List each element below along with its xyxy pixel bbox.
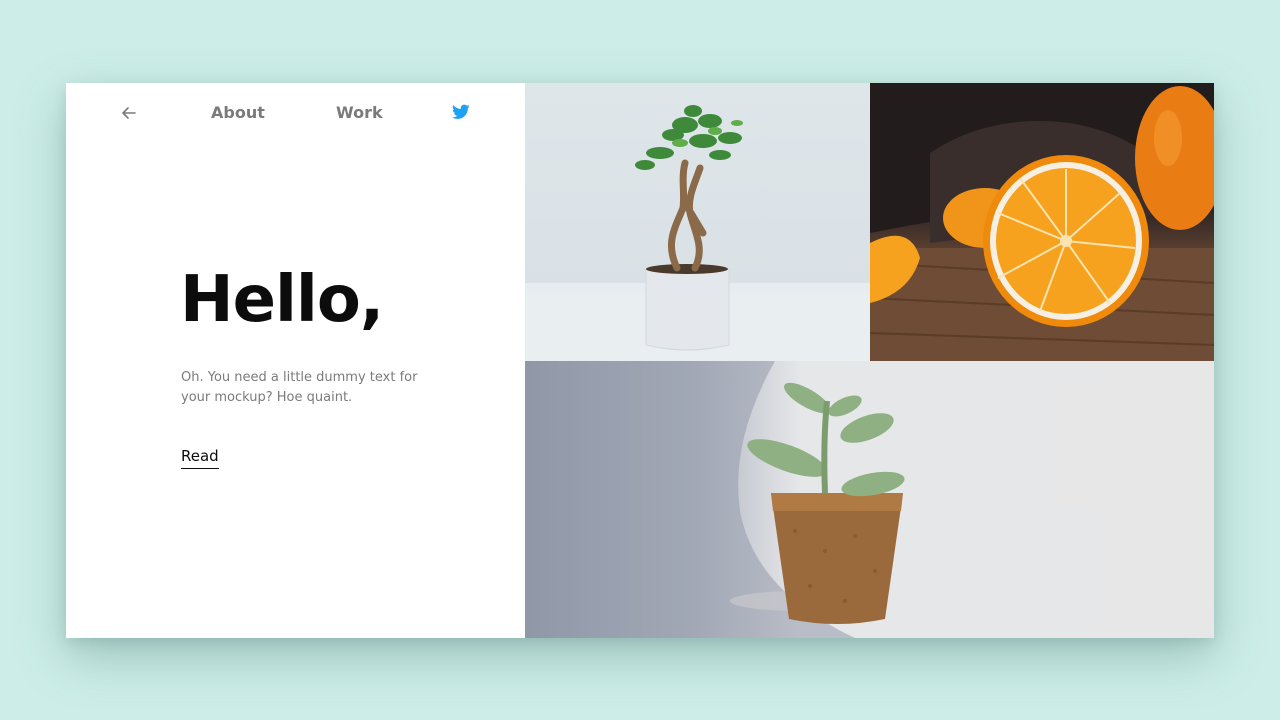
orange-photo: [870, 83, 1214, 361]
nav-work-link[interactable]: Work: [336, 103, 383, 122]
nav-about-link[interactable]: About: [211, 103, 265, 122]
succulent-photo: [525, 361, 1214, 638]
twitter-icon[interactable]: [452, 104, 470, 120]
hero-description: Oh. You need a little dummy text for you…: [181, 370, 418, 405]
bonsai-photo: [525, 83, 870, 361]
top-nav: About Work: [66, 101, 525, 125]
content-panel: About Work Hello, Oh. You need a little …: [66, 83, 525, 638]
arrow-left-icon[interactable]: [120, 104, 138, 122]
hero-title: Hello,: [180, 263, 384, 337]
landing-card: About Work Hello, Oh. You need a little …: [66, 83, 1214, 638]
read-link[interactable]: Read: [181, 447, 219, 469]
